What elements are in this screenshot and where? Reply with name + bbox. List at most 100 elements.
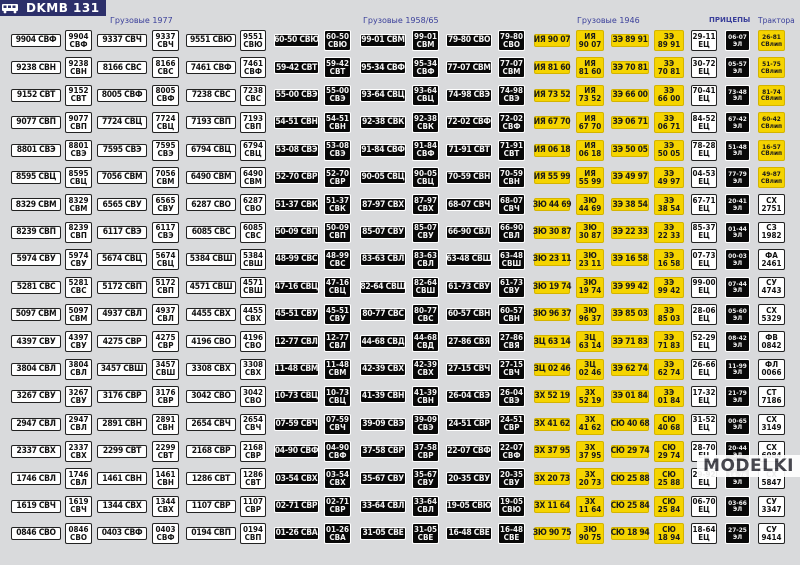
plate-1958-long: 74-98 СВЭ: [446, 88, 492, 102]
plate-1958-square: 79-80 СВО: [498, 30, 525, 51]
trailer-plate: 29-11 EЦ: [691, 30, 717, 51]
section-label-trailers: ПРИЦЕПЫ: [709, 16, 751, 24]
plate-1958-square: 16-48 СВЕ: [498, 523, 525, 545]
plate-1958-square: 45-51 СВУ: [324, 304, 351, 325]
plate-1977-square: 8801 СВЭ: [65, 139, 92, 161]
plate-1946-square: ЗЭ 16 58: [654, 249, 684, 271]
plate-1958-long: 53-08 СВЭ: [274, 143, 319, 157]
trailer-plate: 00-03 ЭЛ: [725, 249, 750, 271]
trailer-plate: 27-25 ЭЛ: [725, 523, 750, 545]
plate-1977-long: 8329 СВМ: [11, 198, 61, 212]
trailer-plate: 70-41 ЕЦ: [691, 84, 717, 106]
plate-1958-long: 87-97 СВХ: [360, 198, 406, 212]
plate-1958-square: 87-97 СВХ: [412, 194, 439, 216]
plate-1977-long: 8595 СВЦ: [11, 171, 61, 184]
plate-1958-square: 04-90 СВФ: [324, 441, 351, 462]
plate-1946-long: ИЯ 90 07: [533, 34, 571, 47]
plate-1977-square: 3308 СВХ: [240, 358, 266, 380]
plate-1958-square: 11-48 СВМ: [324, 358, 351, 380]
plate-1977-long: 6490 СВМ: [186, 171, 236, 184]
plate-1977-long: 7238 СВС: [186, 88, 236, 102]
plate-1977-square: 2337 СВХ: [65, 441, 92, 462]
plate-1958-long: 12-77 СВЛ: [274, 335, 319, 349]
plate-1946-square: ЗЭ 22 33: [654, 221, 684, 243]
trailer-plate: 05-60 ЭЛ: [725, 304, 750, 325]
tractor-plate: 81-74 СВлип: [758, 84, 785, 106]
plate-1946-square: ЗЭ 71 83: [654, 331, 684, 353]
tractor-plate: СУ 9414: [758, 523, 785, 545]
trailer-plate: 31-52 ЕЦ: [691, 413, 717, 435]
plate-1977-long: 4275 СВР: [97, 335, 147, 349]
plate-1946-long: ИЯ 67 70: [533, 116, 571, 130]
plate-1958-square: 27-86 СВЯ: [498, 331, 525, 353]
plate-1958-long: 72-02 СВФ: [446, 116, 492, 130]
plate-1958-long: 99-01 СВМ: [360, 34, 406, 47]
plate-1977-square: 2891 СВН: [152, 413, 179, 435]
trailer-plate: 67-42 ЭЛ: [725, 112, 750, 134]
plate-1958-long: 93-64 СВЦ: [360, 88, 406, 102]
plate-1958-square: 52-70 СВР: [324, 167, 351, 188]
plate-1958-long: 51-37 СВК: [274, 198, 319, 212]
trailer-plate: 01-44 ЭЛ: [725, 221, 750, 243]
plate-1977-square: 3804 СВЛ: [65, 358, 92, 380]
plate-1946-square: ЗЮ 44 69: [576, 194, 604, 216]
plate-1958-long: 91-84 СВФ: [360, 143, 406, 157]
plate-1946-square: ЗХ 37 95: [576, 441, 604, 462]
plate-1946-square: ЗЭ 01 84: [654, 386, 684, 408]
plate-1958-square: 93-64 СВЦ: [412, 84, 439, 106]
plate-1977-square: 4196 СВО: [240, 331, 266, 353]
trailer-plate: 85-37 ЕЦ: [691, 221, 717, 243]
plate-1958-long: 70-59 СВН: [446, 171, 492, 184]
plate-1946-long: ЗЭ 06 71: [611, 116, 649, 130]
plate-1977-long: 6794 СВЦ: [186, 143, 236, 157]
plate-1958-square: 24-51 СВР: [498, 413, 525, 435]
plate-1958-square: 33-64 СВЛ: [412, 495, 439, 517]
plate-1958-long: 07-59 СВЧ: [274, 417, 319, 431]
plate-1958-long: 61-73 СВУ: [446, 280, 492, 294]
plate-1958-square: 92-38 СВК: [412, 112, 439, 134]
plate-1958-long: 52-70 СВР: [274, 171, 319, 184]
plate-1958-long: 42-39 СВХ: [360, 362, 406, 376]
plate-1977-long: 9077 СВП: [11, 116, 61, 130]
plate-1946-square: ЗХ 11 64: [576, 495, 604, 517]
plate-1946-square: ЗЭ 85 03: [654, 304, 684, 325]
trailer-plate: 18-64 ЕЦ: [691, 523, 717, 545]
plate-1958-square: 01-26 СВА: [324, 523, 351, 545]
plate-1977-long: 9152 СВТ: [11, 88, 61, 102]
plate-1958-square: 60-57 СВН: [498, 304, 525, 325]
plate-1977-long: 6287 СВО: [186, 198, 236, 212]
trailer-plate: 06-70 ЕЦ: [691, 495, 717, 517]
plate-1958-square: 22-07 СВФ: [498, 441, 525, 462]
plate-1958-square: 59-42 СВТ: [324, 57, 351, 79]
plate-1946-square: СЮ 29 74: [654, 441, 684, 462]
plate-1977-long: 6565 СВУ: [97, 198, 147, 212]
tractor-plate: СХ 3149: [758, 413, 785, 435]
trailer-plate: 07-73 ЕЦ: [691, 249, 717, 271]
plate-1958-square: 72-02 СВФ: [498, 112, 525, 134]
plate-1946-square: СЮ 25 88: [654, 468, 684, 490]
plate-1958-long: 85-07 СВУ: [360, 225, 406, 239]
plate-1958-long: 19-05 СВЮ: [446, 499, 492, 513]
plate-1946-long: ЗЭ 66 00: [611, 88, 649, 102]
plate-1977-square: 3267 СВУ: [65, 386, 92, 408]
plate-1946-square: ЗЭ 89 91: [654, 30, 684, 51]
plate-1946-long: ЗЮ 19 74: [532, 280, 572, 294]
plate-1958-long: 80-77 СВС: [360, 308, 406, 321]
plate-1946-long: СЮ 18 94: [610, 527, 650, 541]
plate-1977-long: 2299 СВТ: [97, 445, 147, 458]
plate-1977-long: 9904 СВФ: [11, 34, 61, 47]
plate-1946-square: ИЯ 81 60: [576, 57, 604, 79]
plate-1977-square: 2947 СВЛ: [65, 413, 92, 435]
plate-1977-long: 3042 СВО: [186, 390, 236, 404]
plate-1958-long: 11-48 СВМ: [274, 362, 319, 376]
plate-1977-square: 7056 СВМ: [152, 167, 179, 188]
plate-1958-square: 20-35 СВУ: [498, 468, 525, 490]
plate-1977-square: 6565 СВУ: [152, 194, 179, 216]
plate-1946-long: ЗЮ 90 75: [532, 527, 572, 541]
plate-1977-square: 6490 СВМ: [240, 167, 266, 188]
plate-1958-square: 83-63 СВЛ: [412, 249, 439, 271]
plate-1977-long: 5974 СВУ: [11, 253, 61, 267]
plate-1958-long: 60-50 СВЮ: [274, 34, 319, 47]
plate-1977-square: 5097 СВМ: [65, 304, 92, 325]
plate-1977-long: 9337 СВЧ: [97, 34, 147, 47]
